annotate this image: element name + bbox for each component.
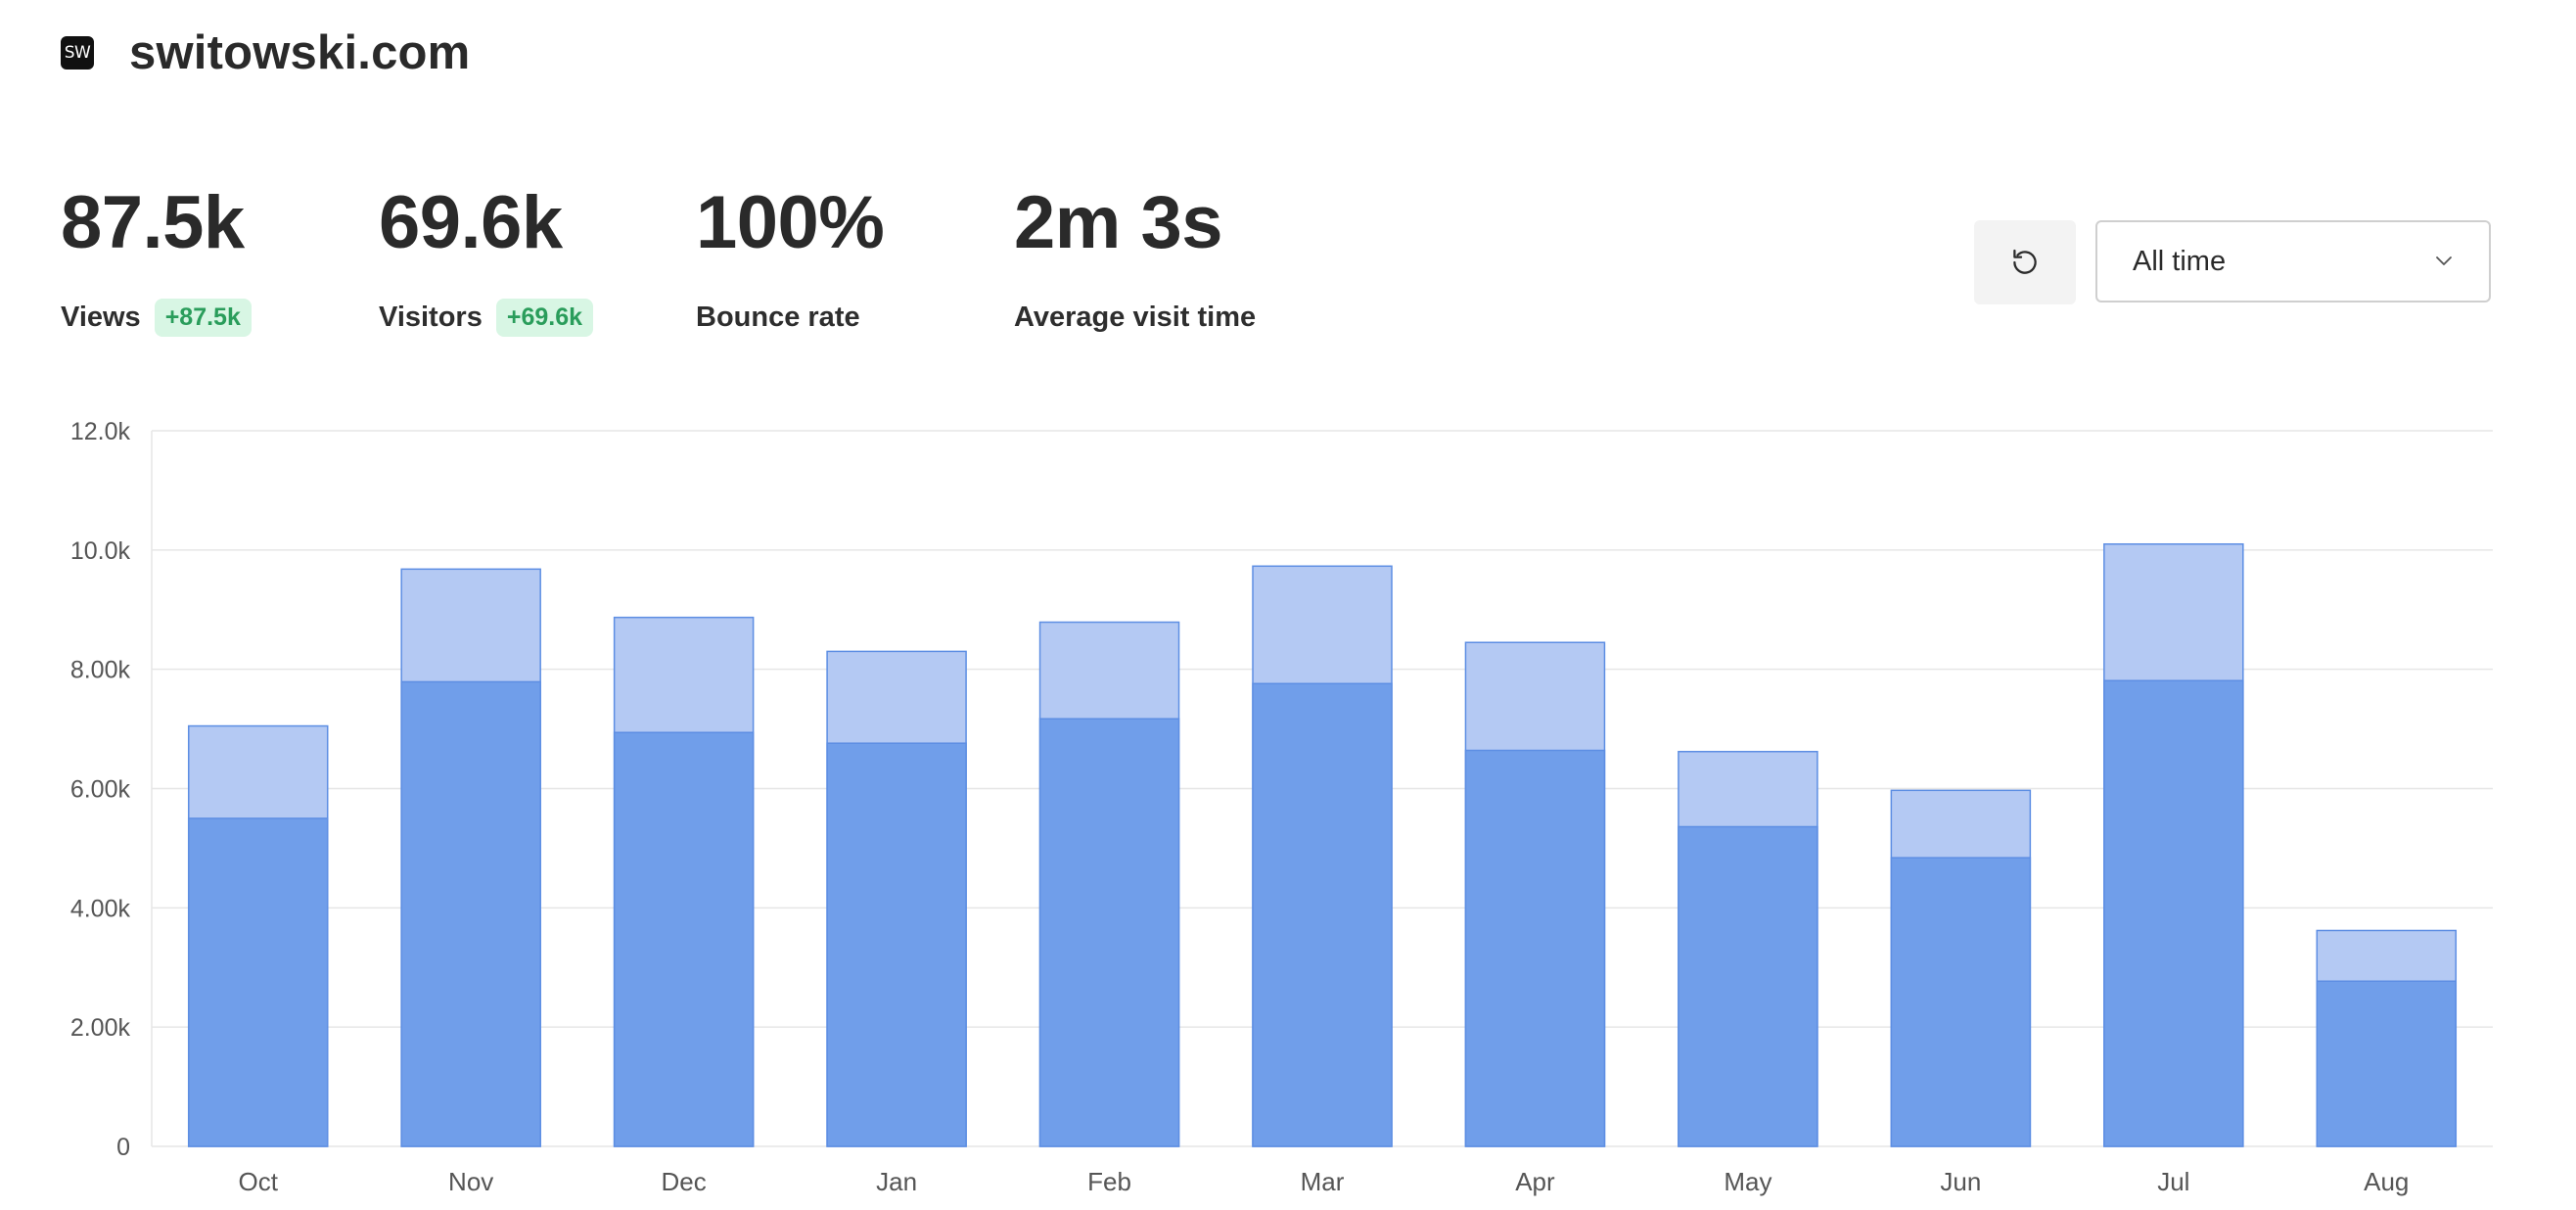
date-range-value: All time (2133, 245, 2227, 277)
metric-label: Views (61, 301, 141, 333)
y-tick-label: 12.0k (70, 418, 131, 445)
x-tick-label: Jul (2157, 1167, 2189, 1196)
bar-visitors (1038, 718, 1180, 1147)
metric-label: Visitors (379, 301, 483, 333)
change-badge: +87.5k (154, 298, 252, 337)
visits-bar-chart: 0 2.00k 4.00k 6.00k 8.00k 10.0k 12.0k Oct Nov Dec… (70, 418, 2493, 1196)
metric-value: 2m 3s (1014, 181, 1223, 264)
x-tick-label: Jan (876, 1167, 917, 1196)
x-tick-label: Aug (2364, 1167, 2409, 1196)
bar-visitors (187, 817, 329, 1147)
chevron-down-icon (2436, 256, 2452, 265)
bar-visitors (1464, 749, 1606, 1147)
y-tick-label: 4.00k (70, 895, 131, 922)
date-range-select[interactable]: All time (2095, 220, 2491, 302)
bar-visitors (1252, 682, 1393, 1147)
refresh-icon (2013, 249, 2037, 274)
x-tick-label: May (1724, 1167, 1771, 1196)
y-tick-label: 0 (116, 1134, 130, 1161)
metric-label: Bounce rate (696, 301, 860, 333)
metric-value: 69.6k (379, 181, 563, 264)
bar-visitors (613, 731, 755, 1147)
bar-visitors (1890, 857, 2032, 1147)
metric-value: 100% (696, 181, 885, 264)
x-tick-label: Nov (448, 1167, 493, 1196)
metric-label: Average visit time (1014, 301, 1257, 333)
change-badge: +69.6k (495, 298, 594, 337)
x-tick-label: Apr (1515, 1167, 1555, 1196)
y-tick-label: 10.0k (70, 537, 131, 565)
metric-average-visit-time: 2m 3s Average visit time (1014, 186, 1256, 339)
y-tick-label: 8.00k (70, 657, 131, 684)
x-tick-label: Dec (662, 1167, 707, 1196)
metric-bounce-rate: 100% Bounce rate (696, 181, 885, 339)
metric-visitors: 69.6k Visitors +69.6k (379, 181, 594, 339)
x-tick-label: Feb (1087, 1167, 1131, 1196)
y-tick-label: 2.00k (70, 1014, 131, 1042)
site-favicon: SW (61, 36, 94, 70)
bar-visitors (2316, 980, 2458, 1147)
refresh-button[interactable] (1974, 220, 2076, 304)
x-tick-label: Mar (1301, 1167, 1345, 1196)
metric-value: 87.5k (61, 181, 245, 264)
x-tick-label: Oct (239, 1167, 279, 1196)
bar-visitors (400, 680, 541, 1147)
bar-visitors (1678, 825, 1818, 1147)
bar-visitors (826, 742, 967, 1147)
bar-visitors (2103, 679, 2244, 1147)
metric-views: 87.5k Views +87.5k (61, 186, 252, 339)
x-tick-label: Jun (1940, 1167, 1981, 1196)
site-title[interactable]: switowski.com (129, 25, 470, 80)
site-header: SW switowski.com (61, 22, 470, 84)
y-tick-label: 6.00k (70, 776, 131, 804)
